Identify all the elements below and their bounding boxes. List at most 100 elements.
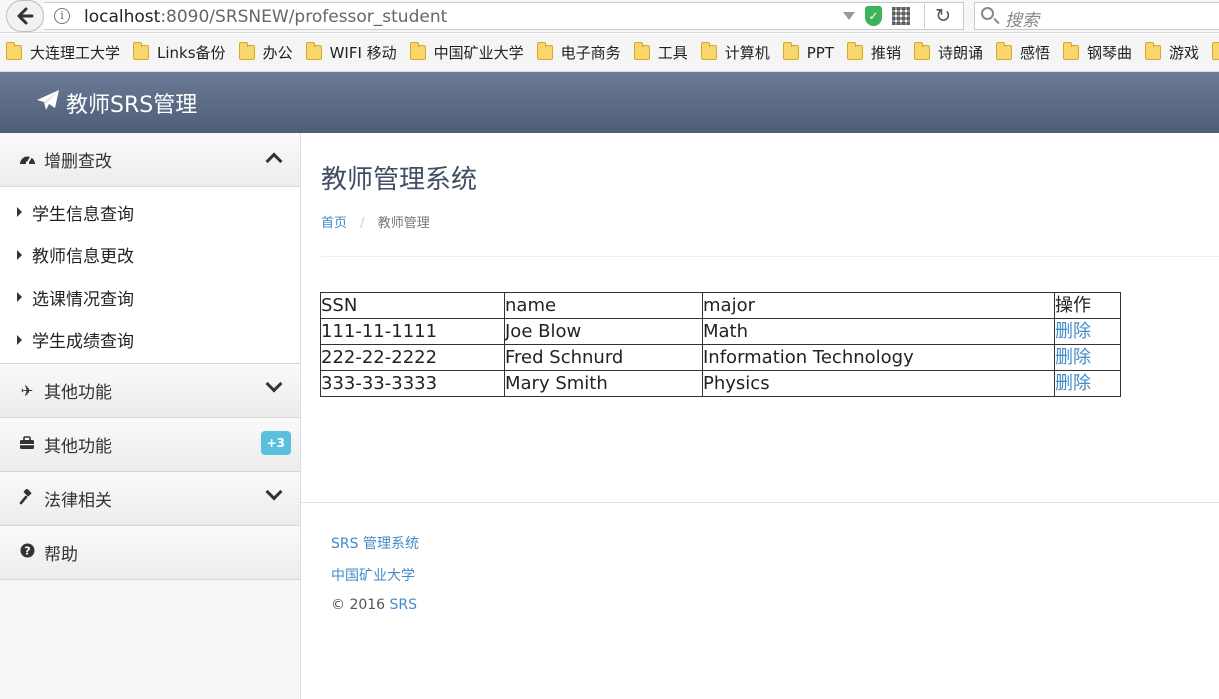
breadcrumb-home-link[interactable]: 首页 (321, 216, 347, 231)
cell-name: Joe Blow (504, 318, 703, 345)
browser-search-input[interactable]: 搜索 (974, 2, 1219, 31)
app-header: 教师SRS管理 (0, 72, 1219, 133)
bookmark-item[interactable]: 钢琴曲 (1063, 42, 1132, 63)
table-row: 222-22-2222 Fred Schnurd Information Tec… (320, 344, 1121, 371)
folder-icon (633, 42, 650, 60)
breadcrumb: 首页 / 教师管理 (321, 216, 430, 231)
bookmark-item[interactable]: 工具 (633, 42, 688, 63)
svg-text:?: ? (24, 545, 30, 558)
column-header-name: name (504, 292, 703, 319)
caret-right-icon (17, 207, 22, 218)
qr-code-icon[interactable] (892, 7, 911, 25)
delete-link[interactable]: 删除 (1055, 347, 1091, 368)
footer: SRS 管理系统 中国矿业大学 © 2016 SRS (331, 533, 419, 629)
bookmark-item[interactable]: 游戏 (1145, 42, 1199, 63)
cell-name: Mary Smith (504, 370, 703, 397)
folder-icon (846, 42, 863, 60)
table-row: 111-11-1111 Joe Blow Math 删除 (320, 318, 1121, 345)
gavel-icon (18, 488, 36, 509)
chevron-down-icon (265, 483, 283, 501)
divider (321, 256, 1219, 257)
sidebar-item-teacher-edit[interactable]: 教师信息更改 (0, 234, 300, 277)
folder-icon (996, 42, 1013, 60)
column-header-major: major (702, 292, 1055, 319)
bookmark-item[interactable]: 中国矿业大学 (409, 42, 524, 63)
bookmark-item[interactable]: 大连理工大学 (6, 42, 120, 63)
briefcase-icon (18, 435, 36, 454)
folder-icon (1145, 42, 1162, 60)
bookmark-item[interactable]: 电子商务 (536, 42, 621, 63)
footer-link-university[interactable]: 中国矿业大学 (331, 568, 415, 584)
nav-section-crud[interactable]: 增删查改 (0, 133, 300, 187)
breadcrumb-current: 教师管理 (377, 216, 430, 231)
cell-major: Math (702, 318, 1055, 345)
info-icon[interactable]: i (54, 8, 70, 24)
chevron-down-icon (265, 375, 283, 393)
folder-icon (1063, 42, 1080, 60)
url-text[interactable]: localhost:8090/SRSNEW/professor_student (84, 7, 447, 27)
sidebar-item-grade-query[interactable]: 学生成绩查询 (0, 319, 300, 362)
delete-link[interactable]: 删除 (1055, 321, 1091, 342)
count-badge: +3 (260, 431, 291, 455)
folder-icon (536, 42, 553, 60)
column-header-action: 操作 (1054, 292, 1121, 319)
back-arrow-icon (17, 7, 34, 25)
brand-link[interactable]: 教师SRS管理 (36, 87, 197, 119)
footer-link-srs[interactable]: SRS 管理系统 (331, 536, 419, 552)
bookmark-item[interactable]: 诗朗诵 (914, 42, 983, 63)
delete-link[interactable]: 删除 (1055, 373, 1091, 394)
caret-right-icon (17, 249, 22, 260)
folder-icon (782, 42, 799, 60)
bookmarks-bar: 大连理工大学 Links备份 办公 WIFI 移动 中国矿业大学 电子商务 工具 计算机 PPT… (0, 34, 1219, 72)
brand-title: 教师SRS管理 (66, 93, 198, 118)
bookmark-item[interactable]: WIFI 移动 (305, 42, 397, 63)
column-header-ssn: SSN (320, 292, 505, 319)
copyright: © 2016 SRS (331, 597, 418, 613)
folder-icon (409, 42, 426, 60)
browser-toolbar: i localhost:8090/SRSNEW/professor_studen… (0, 0, 1219, 33)
bookmark-item[interactable]: 计算机 (700, 42, 770, 63)
search-icon (981, 7, 994, 20)
bookmark-item[interactable]: 办公 (238, 42, 293, 63)
nav-section-help[interactable]: ? 帮助 (0, 526, 300, 580)
reload-icon[interactable]: ↻ (935, 5, 951, 27)
cell-ssn: 333-33-3333 (320, 370, 505, 397)
folder-icon (6, 42, 22, 60)
caret-right-icon (17, 334, 22, 345)
table-header-row: SSN name major 操作 (320, 292, 1121, 319)
cell-ssn: 111-11-1111 (320, 318, 505, 345)
back-button[interactable] (6, 0, 44, 32)
paper-plane-icon (36, 89, 60, 117)
student-table: SSN name major 操作 111-11-1111 Joe Blow M… (320, 292, 1121, 397)
bookmark-item[interactable]: PPT (782, 42, 834, 62)
cell-major: Physics (702, 370, 1055, 397)
plane-icon: ✈ (20, 381, 34, 400)
folder-icon (238, 42, 255, 60)
dashboard-icon (18, 151, 36, 169)
shield-icon[interactable]: ✓ (865, 6, 883, 26)
cell-name: Fred Schnurd (504, 344, 703, 371)
bookmark-item[interactable]: 感悟 (996, 42, 1050, 63)
bookmark-item[interactable]: 推销 (846, 42, 901, 63)
nav-section-other-1[interactable]: ✈ 其他功能 (0, 364, 300, 418)
page-title: 教师管理系统 (321, 165, 478, 195)
cell-ssn: 222-22-2222 (320, 344, 505, 371)
folder-icon (133, 42, 150, 60)
nav-section-other-2[interactable]: 其他功能 +3 (0, 418, 300, 472)
main-content: 教师管理系统 首页 / 教师管理 SSN name major 操作 111-1… (301, 133, 1219, 699)
question-circle-icon: ? (18, 543, 36, 562)
bookmark-item[interactable]: 英语 (1212, 42, 1219, 63)
bookmark-item[interactable]: Links备份 (133, 42, 226, 63)
crud-submenu: 学生信息查询 教师信息更改 选课情况查询 学生成绩查询 (0, 187, 300, 364)
chevron-up-icon (265, 152, 283, 170)
folder-icon (700, 42, 717, 60)
nav-section-legal[interactable]: 法律相关 (0, 472, 300, 526)
caret-right-icon (17, 292, 22, 303)
folder-icon (305, 42, 322, 60)
sidebar-item-student-query[interactable]: 学生信息查询 (0, 191, 300, 234)
sidebar-item-course-query[interactable]: 选课情况查询 (0, 276, 300, 319)
sidebar: 增删查改 学生信息查询 教师信息更改 选课情况查询 学生成绩查询 ✈ 其他功能 … (0, 133, 301, 699)
address-bar[interactable]: i localhost:8090/SRSNEW/professor_studen… (44, 2, 964, 30)
dropdown-arrow-icon[interactable] (843, 12, 856, 20)
footer-link-srs-copyright[interactable]: SRS (390, 597, 418, 613)
